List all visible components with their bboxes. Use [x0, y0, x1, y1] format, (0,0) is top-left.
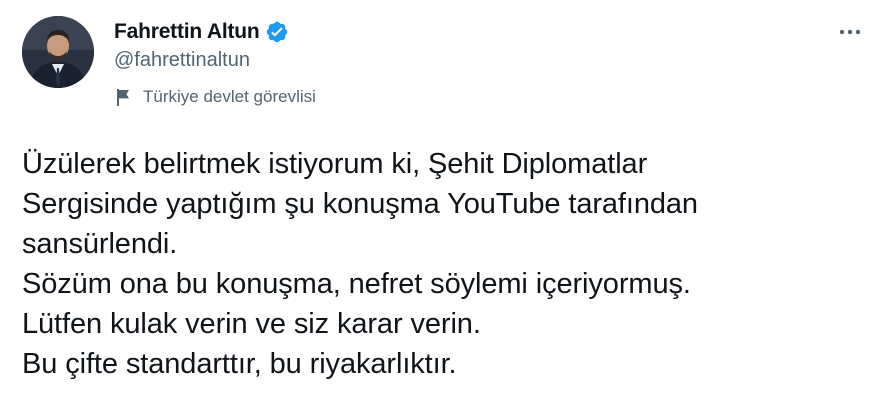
- tweet-line: Sergisinde yaptığım şu konuşma YouTube t…: [22, 188, 698, 220]
- tweet-line: Üzülerek belirtmek istiyorum ki, Şehit D…: [22, 148, 648, 180]
- verified-badge-icon: [265, 20, 289, 44]
- tweet-card: Fahrettin Altun @fahrettinaltun Türkiye …: [0, 0, 882, 400]
- name-row: Fahrettin Altun: [114, 17, 289, 47]
- flag-icon: [114, 87, 134, 107]
- more-options-icon: [838, 23, 862, 41]
- tweet-text: Üzülerek belirtmek istiyorum ki, Şehit D…: [22, 144, 872, 384]
- tweet-line: sansürlendi.: [22, 228, 178, 260]
- account-label: Türkiye devlet görevlisi: [114, 87, 316, 107]
- avatar[interactable]: [22, 16, 94, 88]
- tweet-line: Bu çifte standarttır, bu riyakarlıktır.: [22, 348, 457, 380]
- display-name[interactable]: Fahrettin Altun: [114, 20, 260, 44]
- tweet-line: Sözüm ona bu konuşma, nefret söylemi içe…: [22, 268, 691, 300]
- more-options-button[interactable]: [830, 14, 870, 50]
- account-label-text: Türkiye devlet görevlisi: [143, 87, 316, 106]
- tweet-line: Lütfen kulak verin ve siz karar verin.: [22, 308, 481, 340]
- handle[interactable]: @fahrettinaltun: [114, 49, 250, 72]
